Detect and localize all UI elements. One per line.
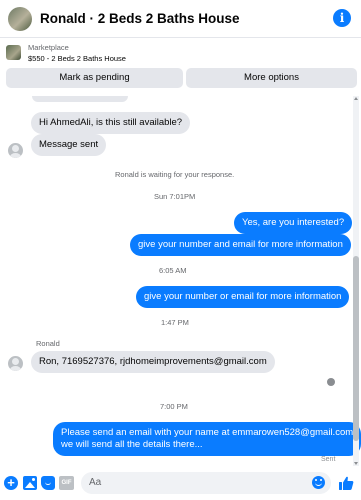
more-options-button[interactable]: More options bbox=[186, 68, 357, 88]
message-bubble-outgoing: Yes, are you interested? bbox=[234, 212, 353, 234]
thumbs-up-icon[interactable] bbox=[338, 475, 354, 491]
conversation-header: Ronald · 2 Beds 2 Baths House i bbox=[0, 0, 361, 38]
message-thread[interactable]: Hi AhmedAli, is this still available? Me… bbox=[0, 96, 361, 466]
message-bubble-incoming: Ron, 7169527376, rjdhomeimprovements@gma… bbox=[31, 351, 275, 373]
message-bubble-outgoing: give your number and email for more info… bbox=[130, 234, 351, 256]
scroll-up-arrow[interactable] bbox=[354, 97, 358, 100]
scrollbar-thumb[interactable] bbox=[353, 256, 359, 441]
timestamp: 7:00 PM bbox=[160, 402, 188, 411]
conversation-title[interactable]: Ronald · 2 Beds 2 Baths House bbox=[40, 11, 240, 26]
timestamp: 1:47 PM bbox=[161, 318, 189, 327]
message-bubble-outgoing: Please send an email with your name at e… bbox=[53, 422, 361, 456]
message-composer: + GIF Aa bbox=[0, 466, 361, 500]
sender-name: Ronald bbox=[36, 339, 60, 348]
message-bubble-incoming: Message sent bbox=[31, 134, 107, 156]
timestamp: Sun 7:01PM bbox=[154, 192, 196, 201]
listing-avatar[interactable] bbox=[8, 6, 32, 31]
listing-title[interactable]: $550 - 2 Beds 2 Baths House bbox=[28, 54, 126, 63]
sticker-icon[interactable] bbox=[41, 476, 55, 490]
message-input[interactable]: Aa bbox=[81, 472, 331, 494]
photo-icon[interactable] bbox=[23, 476, 37, 490]
marketplace-label: Marketplace bbox=[28, 43, 69, 52]
emoji-icon[interactable] bbox=[312, 476, 325, 489]
mark-as-pending-button[interactable]: Mark as pending bbox=[6, 68, 183, 88]
info-icon[interactable]: i bbox=[333, 9, 351, 27]
timestamp: 6:05 AM bbox=[159, 266, 187, 275]
marketplace-listing-panel: Marketplace $550 - 2 Beds 2 Baths House … bbox=[0, 39, 361, 95]
message-bubble-incoming: Hi AhmedAli, is this still available? bbox=[31, 112, 191, 134]
waiting-status-text: Ronald is waiting for your response. bbox=[115, 170, 235, 179]
sent-status: Sent bbox=[321, 456, 336, 463]
message-input-placeholder: Aa bbox=[89, 477, 102, 488]
listing-thumbnail[interactable] bbox=[6, 45, 21, 60]
read-receipt-avatar bbox=[327, 378, 335, 386]
plus-icon[interactable]: + bbox=[4, 476, 18, 490]
message-line: we will send all the details there... bbox=[61, 439, 203, 450]
message-line: Please send an email with your name at e… bbox=[61, 427, 354, 438]
scrollbar[interactable] bbox=[353, 96, 359, 466]
message-bubble-partial bbox=[32, 96, 128, 102]
scroll-down-arrow[interactable] bbox=[354, 462, 358, 465]
sender-avatar[interactable] bbox=[8, 356, 23, 371]
message-bubble-outgoing: give your number or email for more infor… bbox=[136, 286, 350, 308]
gif-icon[interactable]: GIF bbox=[59, 476, 74, 490]
sender-avatar[interactable] bbox=[8, 143, 23, 158]
